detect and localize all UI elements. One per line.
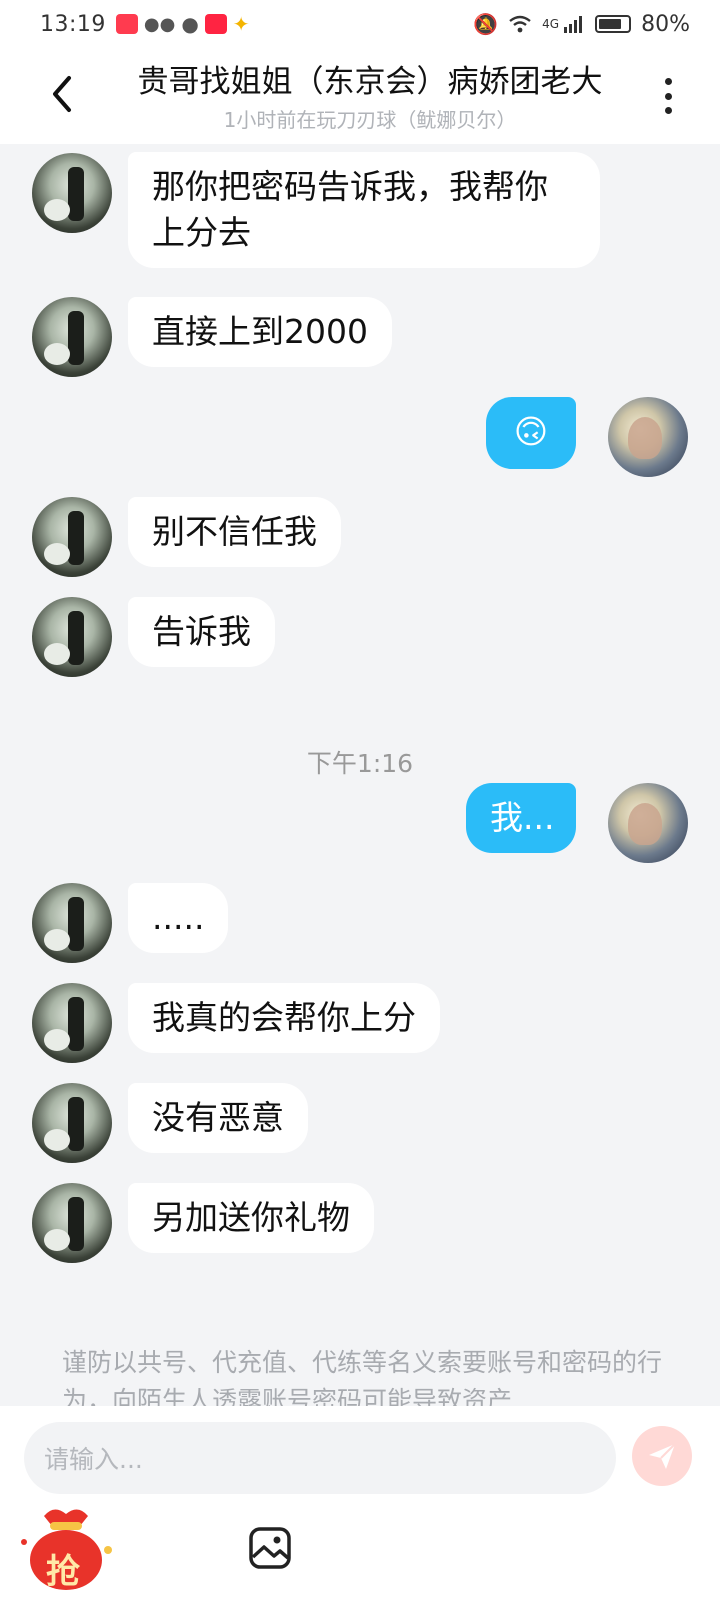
message-bubble[interactable]: 告诉我	[128, 597, 275, 667]
chat-header: 贵哥找姐姐（东京会）病娇团老大 1小时前在玩刀刃球（鱿娜贝尔）	[0, 48, 720, 144]
message-bubble[interactable]: 另加送你礼物	[128, 1183, 374, 1253]
contact-avatar[interactable]	[32, 883, 112, 963]
network-type: 4G	[542, 17, 560, 31]
message-icon: ●	[181, 12, 199, 36]
image-icon	[249, 1527, 291, 1569]
contact-avatar[interactable]	[32, 1083, 112, 1163]
send-button[interactable]	[632, 1426, 692, 1486]
my-message-bubble[interactable]: 🙃	[486, 397, 576, 469]
status-bar: 13:19 ●● ● ✦ 🔕 4G 80%	[0, 0, 720, 48]
contact-avatar[interactable]	[32, 597, 112, 677]
battery-percent: 80%	[641, 11, 690, 37]
chat-title: 贵哥找姐姐（东京会）病娇团老大	[137, 64, 603, 100]
my-avatar[interactable]	[608, 397, 688, 477]
message-bubble[interactable]: 别不信任我	[128, 497, 341, 567]
more-dot	[664, 107, 672, 114]
chat-subtitle: 1小时前在玩刀刃球（鱿娜贝尔）	[223, 108, 517, 132]
more-dot	[664, 78, 672, 85]
status-right: 🔕 4G 80%	[473, 12, 690, 37]
video-app-icon	[115, 14, 138, 34]
wifi-icon	[509, 15, 531, 33]
battery-icon	[595, 15, 632, 33]
message-bubble[interactable]: .....	[128, 883, 229, 953]
security-warning: 谨防以共号、代充值、代练等名义索要账号和密码的行为，向陌生人透露账号密码可能导致…	[62, 1348, 662, 1414]
contact-avatar[interactable]	[32, 983, 112, 1063]
my-avatar[interactable]	[608, 783, 688, 863]
message-bubble[interactable]: 没有恶意	[128, 1083, 308, 1153]
message-bubble[interactable]: 直接上到2000	[128, 297, 392, 367]
status-time: 13:19	[40, 11, 106, 37]
grab-label: 抢	[46, 1552, 80, 1592]
more-options-button[interactable]	[656, 74, 680, 118]
mute-icon: 🔕	[473, 12, 499, 36]
chevron-left-icon	[53, 76, 71, 112]
my-message-bubble[interactable]: 我...	[466, 783, 576, 853]
contact-avatar[interactable]	[32, 153, 112, 233]
wechat-icon: ●●	[143, 13, 176, 35]
more-dot	[664, 92, 672, 100]
pinwheel-icon: ✦	[232, 12, 250, 36]
notification-icons: ●● ● ✦	[115, 12, 250, 36]
red-envelope-button[interactable]: 抢	[14, 1502, 118, 1594]
contact-avatar[interactable]	[32, 497, 112, 577]
contact-avatar[interactable]	[32, 1183, 112, 1263]
back-button[interactable]	[40, 72, 84, 116]
input-bar: 请输入... 抢	[0, 1406, 720, 1612]
contact-avatar[interactable]	[32, 297, 112, 377]
message-bubble[interactable]: 那你把密码告诉我，我帮你上分去	[128, 152, 600, 268]
xiaohongshu-icon	[204, 14, 227, 34]
message-input[interactable]: 请输入...	[24, 1422, 616, 1494]
send-icon	[649, 1443, 676, 1469]
time-separator: 下午1:16	[306, 749, 414, 778]
message-bubble[interactable]: 我真的会帮你上分	[128, 983, 440, 1053]
signal-icon	[564, 16, 583, 33]
image-picker-button[interactable]	[248, 1526, 292, 1570]
